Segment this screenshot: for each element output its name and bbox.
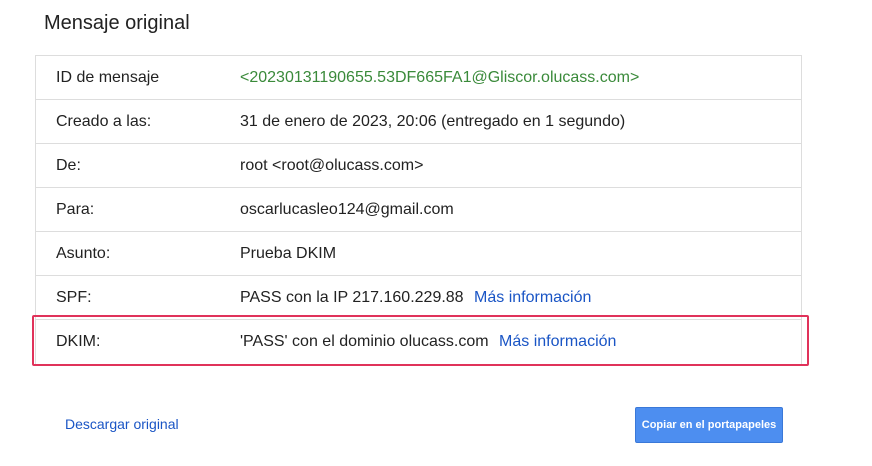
from-value: root <root@olucass.com> xyxy=(240,157,424,174)
row-subject: Asunto: Prueba DKIM xyxy=(36,232,801,276)
row-label: SPF: xyxy=(56,289,92,306)
subject-value: Prueba DKIM xyxy=(240,245,337,262)
page-title: Mensaje original xyxy=(44,12,190,34)
spf-value: PASS con la IP 217.160.229.88 xyxy=(240,289,464,306)
row-dkim: DKIM: 'PASS' con el dominio olucass.com … xyxy=(36,320,801,364)
download-original-link[interactable]: Descargar original xyxy=(65,415,179,433)
copy-to-clipboard-button[interactable]: Copiar en el portapapeles xyxy=(635,407,783,443)
row-label: DKIM: xyxy=(56,333,101,350)
spf-value-wrapper: PASS con la IP 217.160.229.88 Más inform… xyxy=(240,288,591,308)
row-to: Para: oscarlucasleo124@gmail.com xyxy=(36,188,801,232)
row-created-at: Creado a las: 31 de enero de 2023, 20:06… xyxy=(36,100,801,144)
spf-more-info-link[interactable]: Más información xyxy=(474,289,591,306)
to-value: oscarlucasleo124@gmail.com xyxy=(240,201,454,218)
row-label: ID de mensaje xyxy=(56,69,160,86)
row-spf: SPF: PASS con la IP 217.160.229.88 Más i… xyxy=(36,276,801,320)
message-id-value: <20230131190655.53DF665FA1@Gliscor.oluca… xyxy=(240,69,640,86)
row-from: De: root <root@olucass.com> xyxy=(36,144,801,188)
original-message-page: Mensaje original ID de mensaje <20230131… xyxy=(0,0,872,466)
message-details-table: ID de mensaje <20230131190655.53DF665FA1… xyxy=(35,55,802,365)
dkim-value: 'PASS' con el dominio olucass.com xyxy=(240,333,489,350)
dkim-value-wrapper: 'PASS' con el dominio olucass.com Más in… xyxy=(240,332,616,352)
dkim-more-info-link[interactable]: Más información xyxy=(499,333,616,350)
row-label: Creado a las: xyxy=(56,113,152,130)
created-at-value: 31 de enero de 2023, 20:06 (entregado en… xyxy=(240,113,626,130)
row-label: De: xyxy=(56,157,81,174)
row-label: Asunto: xyxy=(56,245,111,262)
row-label: Para: xyxy=(56,201,95,218)
row-message-id: ID de mensaje <20230131190655.53DF665FA1… xyxy=(36,56,801,100)
